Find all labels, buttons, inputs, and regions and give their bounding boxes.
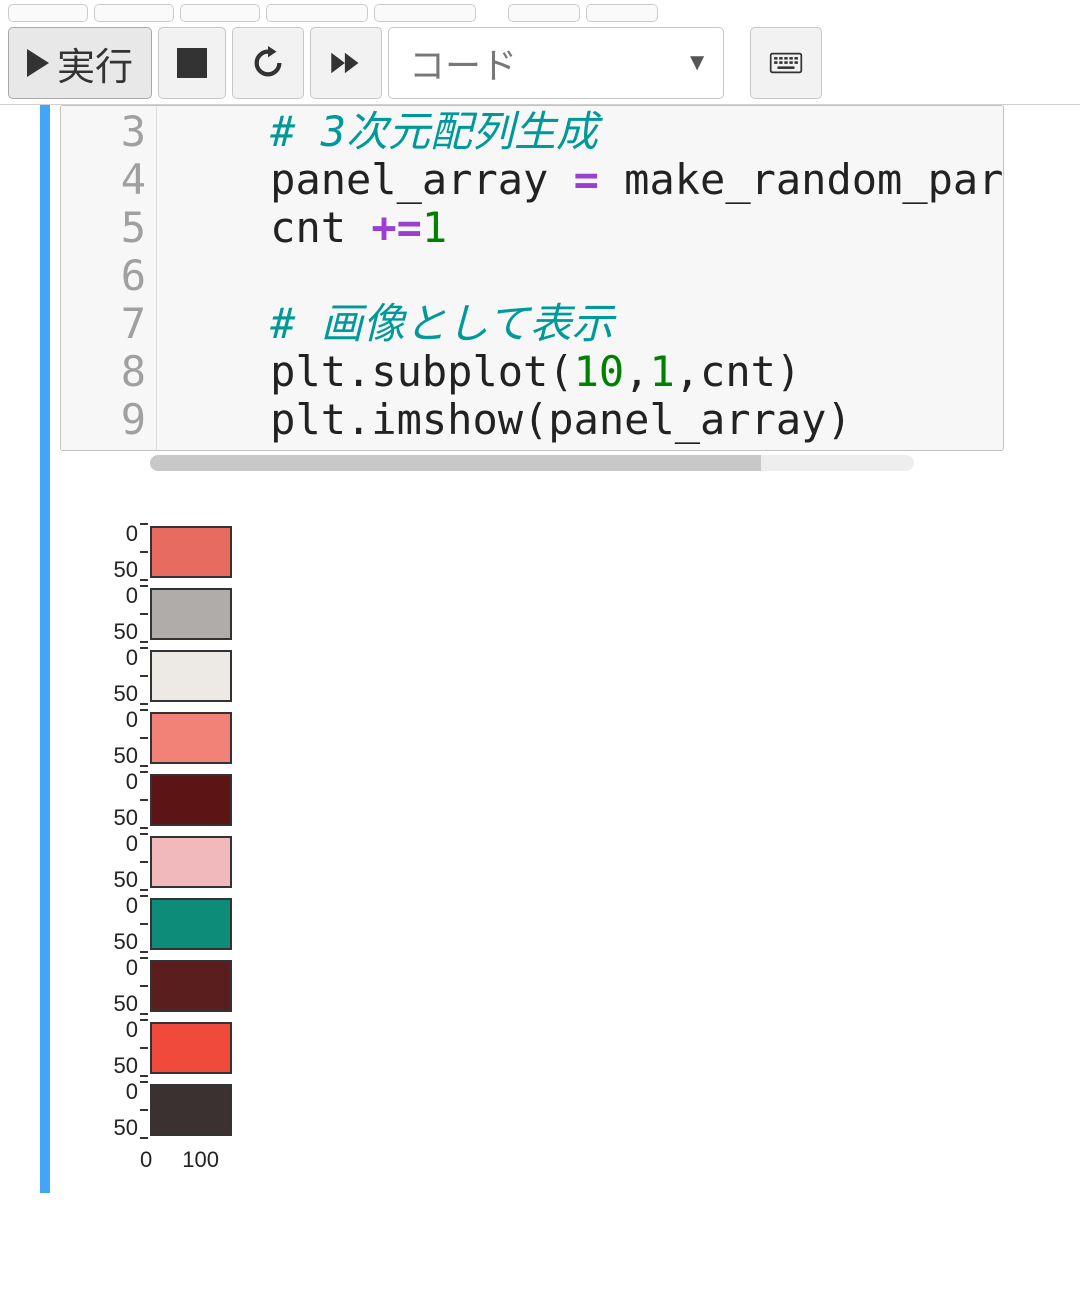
stop-icon bbox=[177, 48, 207, 78]
cell-type-select[interactable]: コード ▼ bbox=[388, 27, 724, 99]
caret-down-icon: ▼ bbox=[685, 49, 709, 77]
keyboard-icon bbox=[769, 46, 803, 80]
toolbar: 実行 コード ▼ bbox=[0, 22, 1080, 105]
subplot: 050 bbox=[80, 583, 340, 645]
code-text[interactable]: # 3次元配列生成 panel_array = make_random_par … bbox=[157, 106, 1003, 450]
y-tick-labels: 050 bbox=[80, 648, 138, 704]
fast-forward-icon bbox=[329, 46, 363, 80]
line-number-gutter: 3456789 bbox=[61, 106, 157, 450]
y-tick-labels: 050 bbox=[80, 1082, 138, 1138]
code-editor[interactable]: 3456789 # 3次元配列生成 panel_array = make_ran… bbox=[60, 105, 1004, 451]
subplot: 050 bbox=[80, 955, 340, 1017]
restart-button[interactable] bbox=[232, 27, 304, 99]
cell-type-label: コード bbox=[409, 37, 517, 89]
notebook-area: 3456789 # 3次元配列生成 panel_array = make_ran… bbox=[0, 105, 1080, 1193]
horizontal-scrollbar[interactable] bbox=[150, 455, 914, 471]
partial-button bbox=[180, 4, 260, 22]
partial-button bbox=[374, 4, 476, 22]
y-tick-labels: 050 bbox=[80, 834, 138, 890]
y-tick-labels: 050 bbox=[80, 586, 138, 642]
y-tick-labels: 050 bbox=[80, 1020, 138, 1076]
run-button-label: 実行 bbox=[57, 36, 133, 91]
y-tick-labels: 050 bbox=[80, 958, 138, 1014]
subplot: 050 bbox=[80, 1017, 340, 1079]
subplot: 050 bbox=[80, 831, 340, 893]
subplot: 050 bbox=[80, 645, 340, 707]
cell-output: 050 050 050 050 050 050 05 bbox=[60, 471, 1004, 1193]
toolbar-row-partial bbox=[0, 0, 1080, 22]
y-tick-labels: 050 bbox=[80, 896, 138, 952]
y-tick-labels: 050 bbox=[80, 772, 138, 828]
partial-button bbox=[8, 4, 88, 22]
y-tick-labels: 050 bbox=[80, 524, 138, 580]
play-icon bbox=[27, 49, 49, 77]
x-tick-labels: 0100 bbox=[140, 1147, 340, 1173]
subplot: 050 bbox=[80, 1079, 340, 1141]
subplot: 050 bbox=[80, 707, 340, 769]
restart-run-all-button[interactable] bbox=[310, 27, 382, 99]
command-palette-button[interactable] bbox=[750, 27, 822, 99]
code-cell[interactable]: 3456789 # 3次元配列生成 panel_array = make_ran… bbox=[40, 105, 1000, 1193]
partial-button bbox=[508, 4, 580, 22]
partial-button bbox=[266, 4, 368, 22]
subplot: 050 bbox=[80, 893, 340, 955]
subplot: 050 bbox=[80, 521, 340, 583]
subplot: 050 bbox=[80, 769, 340, 831]
restart-icon bbox=[251, 46, 285, 80]
matplotlib-figure: 050 050 050 050 050 050 05 bbox=[80, 521, 340, 1173]
partial-button bbox=[586, 4, 658, 22]
interrupt-button[interactable] bbox=[158, 27, 226, 99]
y-tick-labels: 050 bbox=[80, 710, 138, 766]
run-button[interactable]: 実行 bbox=[8, 27, 152, 99]
partial-button bbox=[94, 4, 174, 22]
